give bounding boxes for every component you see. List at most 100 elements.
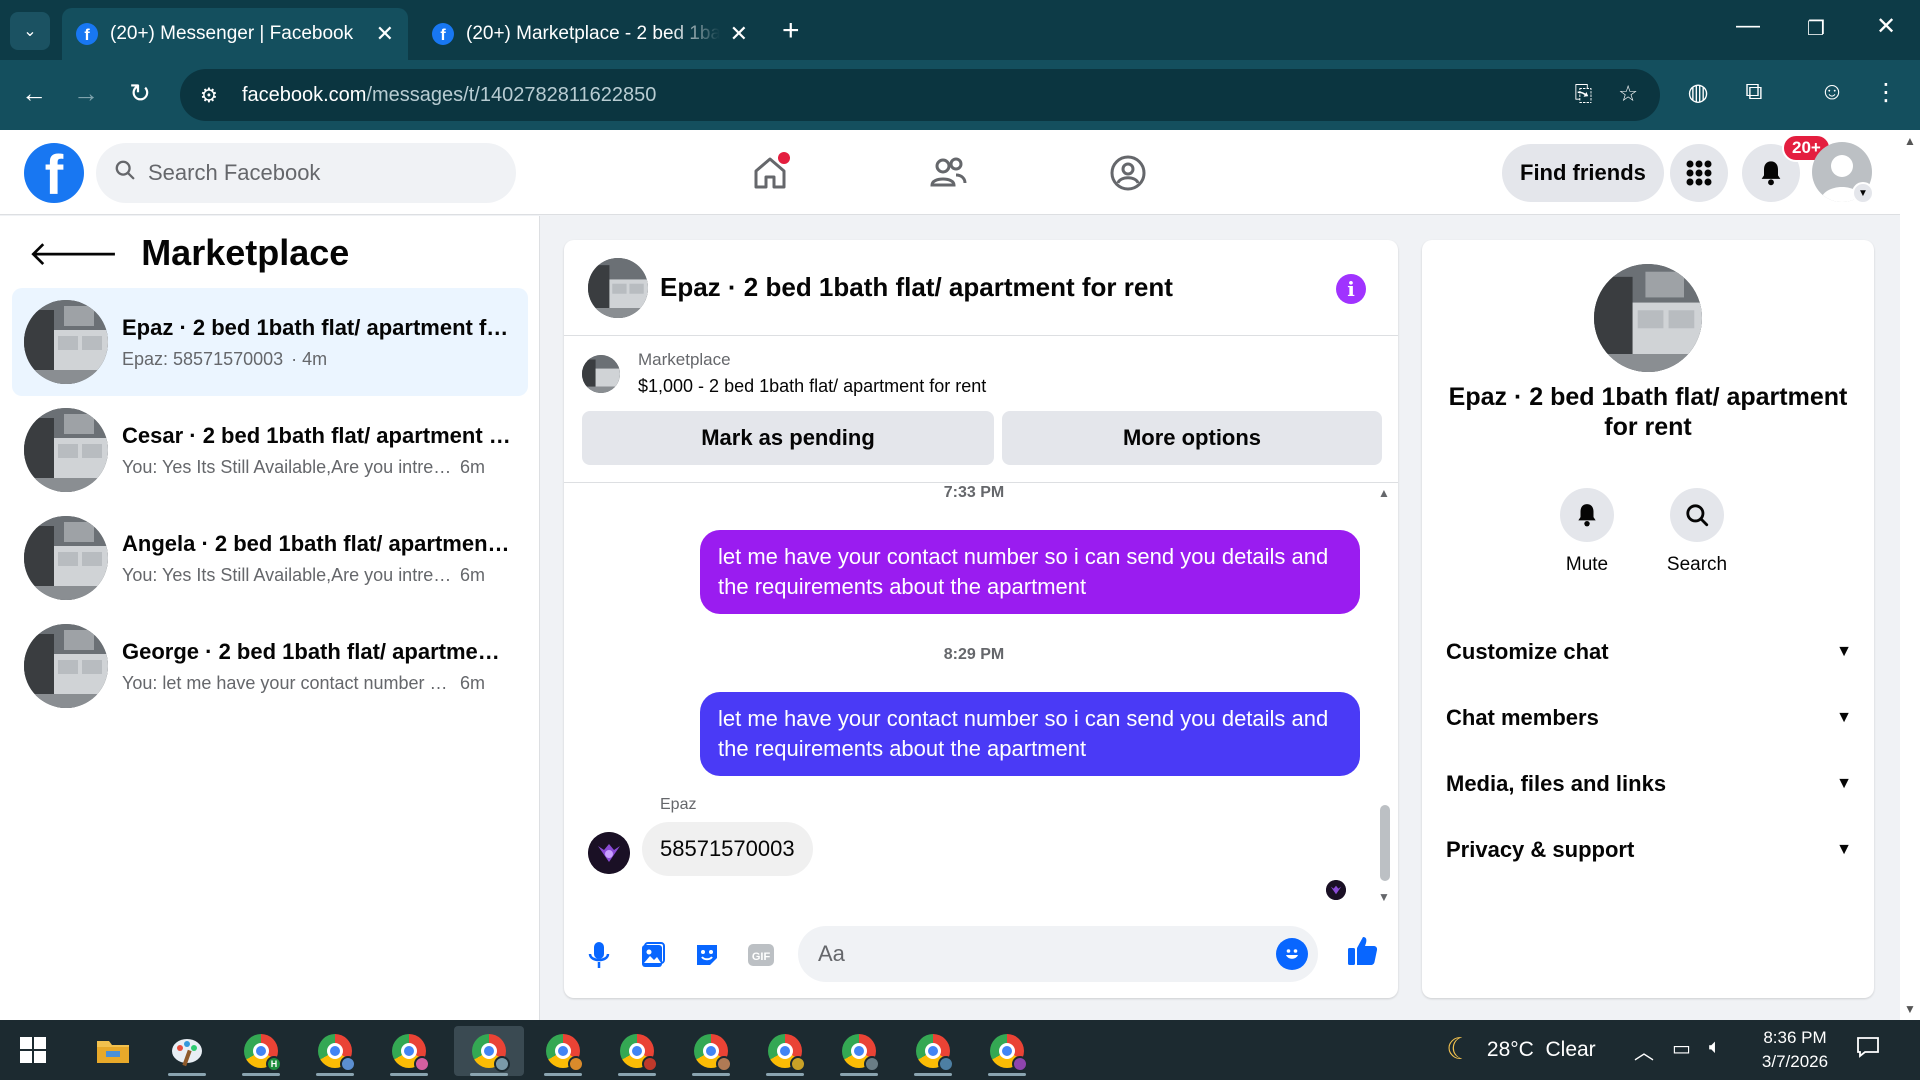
file-explorer-icon[interactable] — [84, 1026, 142, 1076]
chrome-profile-icon[interactable] — [830, 1026, 888, 1076]
back-arrow-icon[interactable]: 🡐 — [28, 233, 119, 274]
conversation-item[interactable]: Epaz · 2 bed 1bath flat/ apartment for r… — [12, 288, 528, 396]
page-scrollbar[interactable]: ▲ ▼ — [1900, 130, 1920, 1020]
conversation-item[interactable]: George · 2 bed 1bath flat/ apartment for… — [12, 612, 528, 720]
chat-avatar[interactable] — [588, 257, 648, 318]
chevron-up-icon[interactable]: ︿ — [1634, 1036, 1654, 1065]
chrome-profile-icon[interactable] — [904, 1026, 962, 1076]
install-app-icon[interactable]: ⎘ — [1575, 81, 1593, 107]
section-label: Media, files and links — [1446, 771, 1667, 796]
site-settings-icon[interactable]: ⚙ — [200, 83, 218, 108]
scroll-down-arrow-icon[interactable]: ▼ — [1378, 890, 1390, 904]
conversation-details-panel: Epaz · 2 bed 1bath flat/ apartment for r… — [1422, 240, 1874, 998]
chrome-profile-icon[interactable] — [682, 1026, 740, 1076]
facebook-logo-icon[interactable]: f — [24, 143, 84, 203]
network-icon[interactable]: ▭ — [1672, 1036, 1691, 1065]
tab-search-button[interactable]: ⌄ — [10, 12, 50, 50]
sent-message-bubble[interactable]: let me have your contact number so i can… — [700, 530, 1360, 614]
tab-close-icon[interactable]: ✕ — [376, 21, 394, 47]
sent-message-bubble[interactable]: let me have your contact number so i can… — [700, 692, 1360, 776]
menu-grid-button[interactable] — [1670, 144, 1728, 202]
find-friends-button[interactable]: Find friends — [1502, 144, 1664, 202]
nav-friends[interactable] — [918, 150, 978, 196]
listing-thumbnail[interactable] — [582, 354, 620, 393]
tab-title: (20+) Marketplace - 2 bed 1bath flat/ ap… — [466, 23, 720, 44]
tab-marketplace[interactable]: f (20+) Marketplace - 2 bed 1bath flat/ … — [418, 8, 762, 60]
tab-close-icon[interactable]: ✕ — [730, 21, 748, 47]
nav-home[interactable] — [740, 150, 800, 196]
sticker-icon[interactable] — [690, 938, 724, 972]
info-icon[interactable]: i — [1336, 274, 1366, 304]
search-facebook-bar[interactable] — [96, 143, 516, 203]
chrome-profile-icon[interactable] — [756, 1026, 814, 1076]
conversation-title: Cesar · 2 bed 1bath flat/ apartment for … — [122, 422, 512, 448]
svg-text:GIF: GIF — [752, 951, 771, 963]
apartment-thumbnail — [24, 408, 108, 492]
facebook-header: f Find friends 20+ ▼ — [0, 130, 1900, 215]
taskbar-clock[interactable]: 8:36 PM 3/7/2026 — [1750, 1026, 1840, 1074]
volume-icon[interactable]: 🔈︎ — [1709, 1036, 1721, 1065]
profile-icon[interactable]: ☺ — [1814, 78, 1850, 106]
search-in-conversation-button[interactable]: Search — [1647, 488, 1747, 576]
system-tray: ︿ ▭ 🔈︎ — [1634, 1036, 1721, 1065]
paint-app-icon[interactable] — [158, 1026, 216, 1076]
gif-icon[interactable]: GIF — [744, 938, 778, 972]
weather-widget[interactable]: ☾ 28°C Clear — [1446, 1032, 1596, 1067]
sender-name: Epaz — [660, 796, 697, 813]
close-window-icon[interactable]: ✕ — [1866, 12, 1906, 41]
new-tab-button[interactable]: + — [782, 14, 800, 48]
chat-members-section[interactable]: Chat members ▼ — [1446, 696, 1852, 740]
chat-scrollbar-thumb[interactable] — [1380, 805, 1390, 881]
bookmark-star-icon[interactable]: ☆ — [1618, 81, 1638, 107]
chrome-profile-icon[interactable] — [306, 1026, 364, 1076]
chevron-down-icon[interactable]: ▼ — [1852, 182, 1874, 204]
extensions-icon[interactable]: ⧉ — [1736, 78, 1772, 106]
message-input[interactable] — [818, 941, 1258, 967]
conversation-item[interactable]: Angela · 2 bed 1bath flat/ apartment for… — [12, 504, 528, 612]
scroll-down-arrow-icon[interactable]: ▼ — [1904, 1002, 1916, 1016]
address-bar[interactable]: ⚙ facebook.com/messages/t/14027828116228… — [180, 69, 1660, 121]
url-text[interactable]: facebook.com/messages/t/1402782811622850 — [242, 84, 656, 107]
chrome-profile-icon[interactable]: H — [232, 1026, 290, 1076]
mark-as-pending-button[interactable]: Mark as pending — [582, 411, 994, 465]
chrome-profile-icon[interactable] — [454, 1026, 524, 1076]
search-facebook-input[interactable] — [148, 160, 488, 186]
back-icon[interactable]: ← — [16, 78, 52, 109]
more-options-button[interactable]: More options — [1002, 411, 1382, 465]
menu-kebab-icon[interactable]: ⋮ — [1868, 78, 1904, 107]
groups-icon — [1110, 155, 1146, 191]
minimize-icon[interactable]: — — [1728, 12, 1768, 40]
conversation-snippet: Epaz: 58571570003 — [122, 348, 284, 369]
thumbs-up-icon[interactable] — [1346, 934, 1380, 968]
mute-button[interactable]: Mute — [1537, 488, 1637, 576]
media-files-links-section[interactable]: Media, files and links ▼ — [1446, 762, 1852, 806]
restore-icon[interactable]: ❐ — [1796, 16, 1836, 41]
received-message-bubble[interactable]: 58571570003 — [642, 822, 813, 876]
chevron-down-icon: ▼ — [1836, 709, 1852, 726]
nav-groups[interactable] — [1098, 150, 1158, 196]
forward-icon[interactable]: → — [68, 78, 104, 109]
message-input-box[interactable] — [798, 926, 1318, 982]
chrome-profile-icon[interactable] — [380, 1026, 438, 1076]
microphone-icon[interactable] — [582, 938, 616, 972]
chrome-profile-icon[interactable] — [534, 1026, 592, 1076]
scroll-up-arrow-icon[interactable]: ▲ — [1904, 134, 1916, 148]
scroll-up-arrow-icon[interactable]: ▲ — [1378, 486, 1390, 500]
reload-icon[interactable]: ↻ — [122, 78, 158, 109]
translate-icon[interactable]: ◍ — [1680, 78, 1716, 107]
privacy-support-section[interactable]: Privacy & support ▼ — [1446, 828, 1852, 872]
tab-messenger[interactable]: f (20+) Messenger | Facebook ✕ — [62, 8, 408, 60]
chrome-profile-icon[interactable] — [978, 1026, 1036, 1076]
conversation-item[interactable]: Cesar · 2 bed 1bath flat/ apartment for … — [12, 396, 528, 504]
customize-chat-section[interactable]: Customize chat ▼ — [1446, 630, 1852, 674]
sender-avatar[interactable] — [588, 832, 630, 874]
conversation-avatar[interactable] — [1594, 264, 1702, 372]
photo-icon[interactable] — [636, 938, 670, 972]
chat-title[interactable]: Epaz · 2 bed 1bath flat/ apartment for r… — [660, 272, 1173, 303]
chrome-profile-icon[interactable] — [608, 1026, 666, 1076]
emoji-icon[interactable] — [1276, 938, 1308, 970]
tab-title: (20+) Messenger | Facebook — [110, 23, 354, 44]
listing-price-title[interactable]: $1,000 - 2 bed 1bath flat/ apartment for… — [638, 376, 986, 397]
windows-start-icon[interactable] — [20, 1037, 46, 1068]
notification-center-icon[interactable] — [1856, 1036, 1880, 1064]
